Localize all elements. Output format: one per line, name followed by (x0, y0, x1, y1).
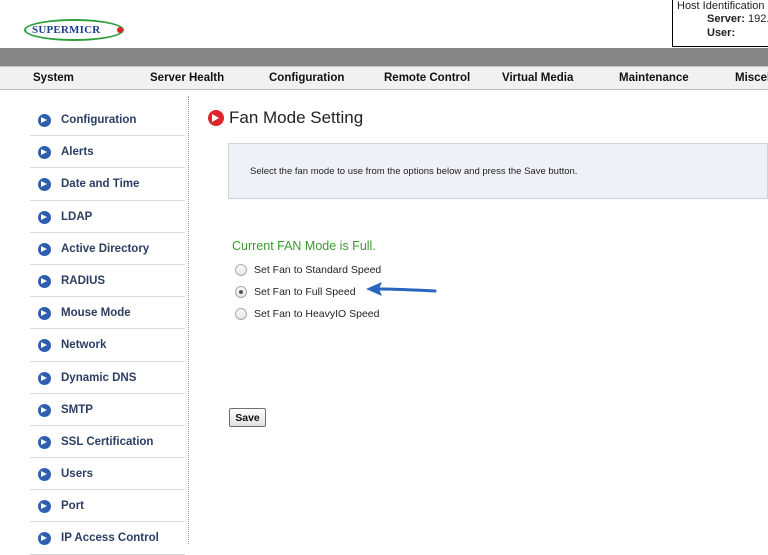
sidebar-item-users[interactable]: Users (30, 458, 185, 491)
current-fan-mode: Current FAN Mode is Full. (232, 239, 376, 253)
nav-remote-control[interactable]: Remote Control (384, 72, 470, 84)
user-label: User: (707, 27, 736, 39)
sidebar-item-label: Dynamic DNS (61, 371, 137, 384)
sidebar-item-network[interactable]: Network (30, 329, 185, 362)
arrow-circle-icon (38, 210, 51, 224)
radio-heavyio-speed[interactable] (235, 308, 247, 320)
sidebar-item-label: Configuration (61, 114, 137, 126)
arrow-circle-icon (38, 146, 51, 160)
user-info: User: (707, 27, 735, 39)
sidebar-item-active-directory[interactable]: Active Directory (30, 233, 185, 265)
arrow-circle-icon (38, 114, 51, 127)
header-grey-bar (0, 48, 768, 66)
option-label: Set Fan to HeavyIO Speed (254, 308, 380, 320)
supermicro-logo: SUPERMICR (22, 18, 132, 42)
nav-system[interactable]: System (33, 72, 74, 84)
annotation-arrow-icon (366, 282, 437, 296)
arrow-circle-icon (38, 403, 51, 417)
sidebar: Configuration Alerts Date and Time LDAP … (30, 104, 185, 555)
sidebar-item-label: Mouse Mode (61, 307, 131, 320)
radio-full-speed[interactable] (235, 286, 247, 298)
server-info: Server: 192. (707, 13, 768, 25)
sidebar-item-label: SMTP (61, 403, 93, 416)
sidebar-item-label: Port (61, 500, 84, 513)
option-label: Set Fan to Full Speed (254, 286, 356, 298)
logo-dot (117, 27, 123, 33)
sidebar-item-mouse-mode[interactable]: Mouse Mode (30, 297, 185, 330)
arrow-circle-icon (38, 274, 51, 288)
nav-configuration[interactable]: Configuration (269, 72, 344, 84)
host-identification-label: Host Identification (677, 0, 765, 12)
arrow-circle-icon (38, 468, 51, 482)
sidebar-item-configuration[interactable]: Configuration (30, 104, 185, 137)
logo-text: SUPERMICR (32, 24, 101, 36)
main-nav: System Server Health Configuration Remot… (0, 66, 768, 90)
sidebar-item-label: Users (61, 468, 93, 481)
sidebar-item-smtp[interactable]: SMTP (30, 394, 185, 426)
sidebar-item-label: IP Access Control (61, 532, 159, 545)
instruction-text: Select the fan mode to use from the opti… (250, 166, 578, 177)
nav-virtual-media[interactable]: Virtual Media (502, 72, 573, 84)
server-label: Server: (707, 13, 745, 25)
option-label: Set Fan to Standard Speed (254, 264, 382, 276)
instruction-box: Select the fan mode to use from the opti… (228, 143, 768, 199)
nav-miscellaneous[interactable]: Miscel (735, 72, 768, 84)
sidebar-item-alerts[interactable]: Alerts (30, 136, 185, 169)
sidebar-item-label: Network (61, 339, 107, 352)
sidebar-divider (188, 96, 189, 544)
save-button[interactable]: Save (229, 408, 266, 427)
radio-standard-speed[interactable] (235, 264, 247, 276)
arrow-circle-icon (38, 500, 51, 514)
sidebar-item-ldap[interactable]: LDAP (30, 201, 185, 233)
sidebar-item-radius[interactable]: RADIUS (30, 265, 185, 298)
sidebar-item-port[interactable]: Port (30, 490, 185, 523)
sidebar-item-date-and-time[interactable]: Date and Time (30, 168, 185, 201)
arrow-circle-icon (38, 242, 51, 256)
arrow-circle-icon (38, 178, 51, 192)
sidebar-item-label: Active Directory (61, 242, 150, 255)
arrow-circle-icon (38, 532, 51, 546)
server-value: 192. (747, 13, 768, 25)
page-title: Fan Mode Setting (229, 108, 364, 127)
arrow-circle-icon (38, 307, 51, 321)
arrow-circle-icon (38, 371, 51, 385)
arrow-circle-icon (38, 435, 51, 449)
header: SUPERMICR Host Identification Server: 19… (0, 0, 768, 48)
red-arrow-circle-icon (208, 110, 224, 126)
nav-maintenance[interactable]: Maintenance (619, 72, 689, 84)
sidebar-item-ip-access-control[interactable]: IP Access Control (30, 522, 185, 555)
sidebar-item-label: RADIUS (61, 274, 106, 287)
sidebar-item-ssl-certification[interactable]: SSL Certification (30, 426, 185, 459)
sidebar-item-label: SSL Certification (61, 435, 154, 448)
sidebar-item-dynamic-dns[interactable]: Dynamic DNS (30, 362, 185, 394)
host-identification-box: Host Identification Server: 192. User: (672, 0, 768, 47)
sidebar-item-label: Alerts (61, 146, 94, 159)
sidebar-item-label: LDAP (61, 210, 93, 223)
nav-server-health[interactable]: Server Health (150, 72, 224, 84)
sidebar-item-label: Date and Time (61, 178, 140, 191)
arrow-circle-icon (38, 339, 51, 353)
